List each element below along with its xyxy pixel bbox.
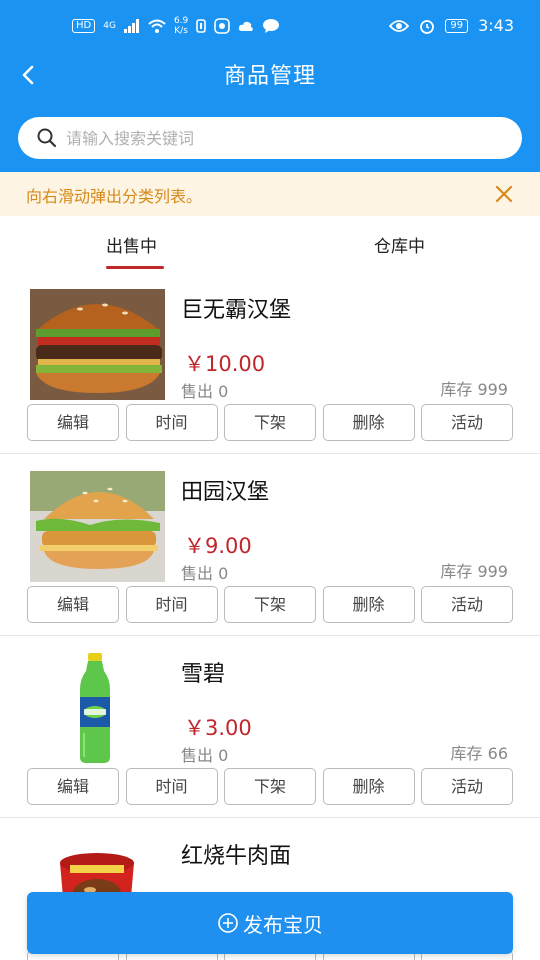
delete-button[interactable]: 删除 bbox=[322, 586, 415, 623]
burger-image bbox=[30, 289, 165, 400]
product-item: 巨无霸汉堡 ￥10.00 售出 0 库存 999 编辑 时间 下架 删除 活动 bbox=[0, 272, 540, 454]
eye-icon bbox=[389, 19, 410, 32]
product-item: 雪碧 ￥3.00 售出 0 库存 66 编辑 时间 下架 删除 活动 bbox=[0, 636, 540, 818]
alarm-icon bbox=[420, 19, 435, 34]
unlist-button[interactable]: 下架 bbox=[224, 404, 316, 441]
chicken-burger-image bbox=[30, 471, 165, 582]
action-buttons: 编辑 时间 下架 删除 活动 bbox=[27, 586, 513, 623]
product-name: 红烧牛肉面 bbox=[181, 844, 292, 869]
stock-count: 库存 66 bbox=[450, 744, 508, 763]
cloud-icon bbox=[239, 21, 254, 31]
time-button[interactable]: 时间 bbox=[125, 404, 218, 441]
search-bar[interactable] bbox=[18, 117, 522, 159]
search-input[interactable] bbox=[66, 117, 506, 159]
action-buttons: 编辑 时间 下架 删除 活动 bbox=[27, 768, 513, 805]
activity-button[interactable]: 活动 bbox=[421, 586, 513, 623]
stock-count: 库存 999 bbox=[440, 562, 508, 581]
publish-button[interactable]: 发布宝贝 bbox=[27, 892, 513, 954]
time-button[interactable]: 时间 bbox=[125, 586, 218, 623]
sprite-bottle-image bbox=[30, 653, 165, 764]
product-name: 田园汉堡 bbox=[181, 480, 270, 505]
network-speed: 6.9 K/s bbox=[174, 16, 188, 36]
battery-indicator: 99 bbox=[445, 18, 469, 33]
hd-badge: HD bbox=[72, 19, 96, 33]
search-icon bbox=[37, 128, 57, 148]
delete-button[interactable]: 删除 bbox=[322, 768, 415, 805]
network-label: 4G bbox=[103, 21, 116, 31]
close-icon[interactable] bbox=[494, 184, 514, 204]
product-price: ￥9.00 bbox=[184, 534, 252, 558]
publish-label: 发布宝贝 bbox=[243, 912, 323, 937]
notice-bar: 向右滑动弹出分类列表。 bbox=[0, 172, 540, 216]
action-buttons: 编辑 时间 下架 删除 活动 bbox=[27, 404, 513, 441]
wifi-icon bbox=[148, 19, 166, 33]
product-price: ￥10.00 bbox=[184, 352, 266, 376]
stock-count: 库存 999 bbox=[440, 380, 508, 399]
sold-count: 售出 0 bbox=[181, 382, 229, 401]
activity-button[interactable]: 活动 bbox=[421, 768, 513, 805]
speed-value: 6.9 bbox=[173, 16, 189, 26]
unlist-button[interactable]: 下架 bbox=[224, 586, 316, 623]
product-list: 巨无霸汉堡 ￥10.00 售出 0 库存 999 编辑 时间 下架 删除 活动 bbox=[0, 272, 540, 960]
product-item: 田园汉堡 ￥9.00 售出 0 库存 999 编辑 时间 下架 删除 活动 bbox=[0, 454, 540, 636]
time-button[interactable]: 时间 bbox=[125, 768, 218, 805]
edit-button[interactable]: 编辑 bbox=[27, 586, 119, 623]
speed-unit: K/s bbox=[174, 26, 188, 36]
delete-button[interactable]: 删除 bbox=[322, 404, 415, 441]
sold-count: 售出 0 bbox=[181, 746, 229, 765]
tab-bar: 出售中 仓库中 bbox=[0, 216, 540, 272]
product-price: ￥3.00 bbox=[184, 716, 252, 740]
page-title: 商品管理 bbox=[223, 64, 316, 89]
clock: 3:43 bbox=[478, 16, 514, 35]
signal-icon bbox=[123, 19, 139, 33]
sim-icon bbox=[196, 19, 207, 33]
edit-button[interactable]: 编辑 bbox=[27, 404, 119, 441]
product-name: 巨无霸汉堡 bbox=[181, 298, 292, 323]
app-notification-icon bbox=[214, 18, 231, 34]
activity-button[interactable]: 活动 bbox=[421, 404, 513, 441]
status-bar: HD 4G 6.9 K/s 99 3:43 bbox=[0, 0, 540, 54]
top-bar: HD 4G 6.9 K/s 99 3:43 商品管理 请输入搜索关键词 bbox=[0, 0, 540, 172]
edit-button[interactable]: 编辑 bbox=[27, 768, 119, 805]
message-icon bbox=[263, 19, 280, 33]
sold-count: 售出 0 bbox=[181, 564, 229, 583]
unlist-button[interactable]: 下架 bbox=[224, 768, 316, 805]
notice-text: 向右滑动弹出分类列表。 bbox=[26, 187, 203, 206]
add-circle-icon bbox=[218, 913, 238, 933]
tab-warehouse[interactable]: 仓库中 bbox=[374, 232, 425, 257]
active-tab-indicator bbox=[106, 266, 164, 269]
tab-on-sale[interactable]: 出售中 bbox=[106, 232, 157, 257]
product-name: 雪碧 bbox=[181, 662, 226, 687]
